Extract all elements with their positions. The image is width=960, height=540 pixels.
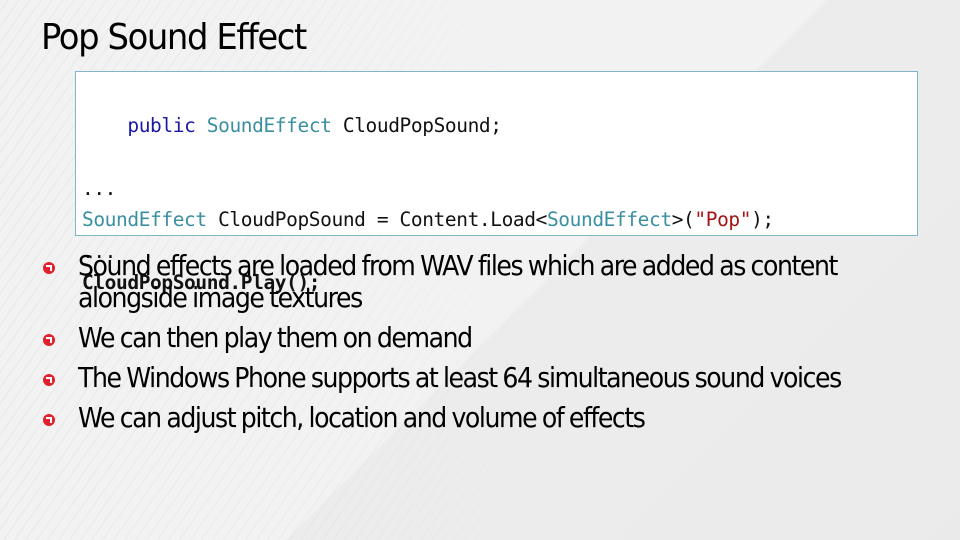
bullet-item: The Windows Phone supports at least 64 s… xyxy=(40,362,920,394)
code-line: ... xyxy=(82,173,917,205)
code-token: ); xyxy=(751,208,774,231)
bullet-arrow-icon xyxy=(43,374,55,386)
bullet-arrow-icon xyxy=(43,262,55,274)
code-token: SoundEffect xyxy=(82,208,207,231)
code-token: "Pop" xyxy=(694,208,752,231)
code-token: >( xyxy=(671,208,695,231)
bullet-text: We can adjust pitch, location and volume… xyxy=(78,401,646,434)
bullet-item: We can adjust pitch, location and volume… xyxy=(40,402,920,434)
bullet-text: Sound effects are loaded from WAV files … xyxy=(78,249,838,314)
bullet-arrow-icon xyxy=(43,414,55,426)
code-token: CloudPopSound = Content.Load< xyxy=(206,208,547,231)
code-token: ... xyxy=(82,176,117,200)
code-token: CloudPopSound; xyxy=(331,113,502,137)
code-token: public xyxy=(127,113,196,137)
bullet-arrow-icon xyxy=(43,334,55,346)
bullet-item: We can then play them on demand xyxy=(40,322,920,354)
code-line: SoundEffect CloudPopSound = Content.Load… xyxy=(82,204,917,236)
slide-title: Pop Sound Effect xyxy=(41,17,307,58)
bullet-text: We can then play them on demand xyxy=(78,321,473,354)
code-block: public SoundEffect CloudPopSound; ... So… xyxy=(75,71,918,294)
code-token: SoundEffect xyxy=(206,113,332,137)
bullet-text: The Windows Phone supports at least 64 s… xyxy=(78,361,842,394)
bullet-item: Sound effects are loaded from WAV files … xyxy=(40,250,920,314)
bullet-list: Sound effects are loaded from WAV files … xyxy=(40,250,920,442)
code-line: public SoundEffect CloudPopSound; xyxy=(82,78,917,173)
code-token: SoundEffect xyxy=(546,208,672,231)
